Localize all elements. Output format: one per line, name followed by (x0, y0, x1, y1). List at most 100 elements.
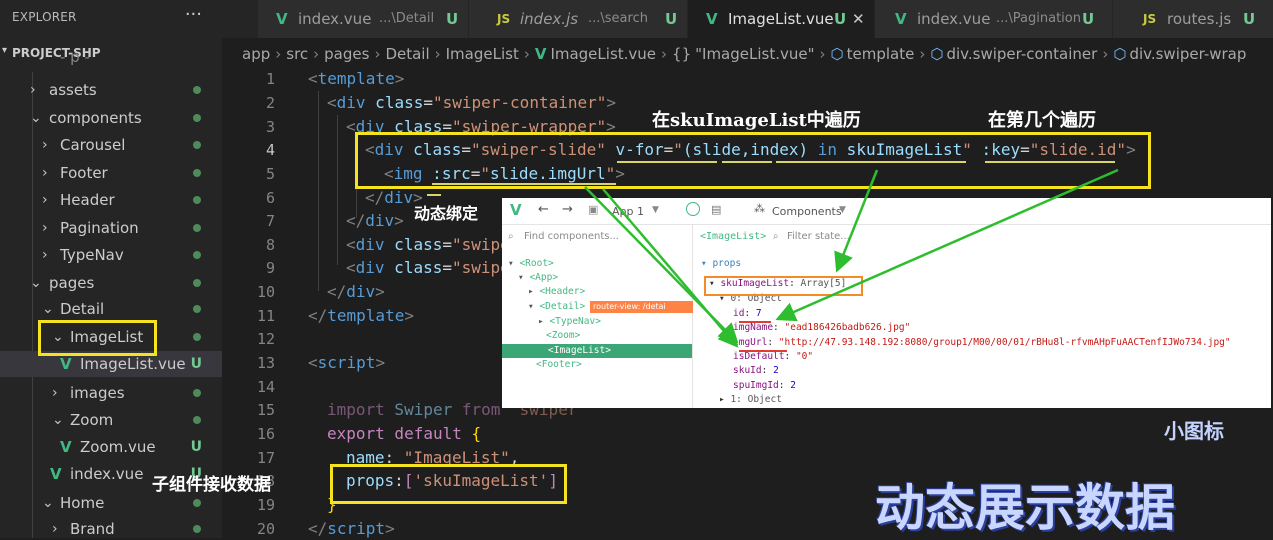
compass-icon[interactable] (686, 202, 700, 216)
tree-node-zoom[interactable]: <Zoom> (546, 329, 580, 343)
prop-spuimgid: spuImgId: 2 (733, 380, 796, 391)
breadcrumb-item[interactable]: pages (324, 45, 369, 63)
line-number: 11 (256, 307, 275, 325)
app-selector[interactable]: App 1 (612, 205, 644, 218)
tab-path: ...\Detail (379, 11, 435, 26)
vue-devtools-panel: V ← → ▣ App 1 ▼ ▤ ⁂ Components ▼ ⌕ Find … (502, 198, 1271, 408)
chevron-right-icon: › (42, 247, 48, 263)
chevron-right-icon: › (52, 521, 58, 537)
breadcrumb-item[interactable]: template (847, 45, 915, 63)
components-tab[interactable]: Components (772, 205, 842, 218)
chevron-right-icon: › (42, 220, 48, 236)
underline-short (427, 194, 441, 196)
breadcrumb-item[interactable]: div.swiper-wrap (1129, 45, 1246, 63)
code-line: <script> (308, 353, 386, 372)
folder-detail[interactable]: ⌄ Detail (0, 296, 222, 322)
tab-status: U (446, 10, 459, 28)
file-zoom-vue[interactable]: V Zoom.vue U (0, 434, 222, 460)
breadcrumb-item[interactable]: Detail (385, 45, 429, 63)
chevron-down-icon: ⌄ (42, 495, 54, 511)
search-icon: ⌕ (773, 231, 779, 242)
prop-imgname: imgName: "ead186426badb626.jpg" (733, 322, 911, 333)
folder-header[interactable]: › Header (0, 187, 222, 213)
vue-file-icon: V (534, 45, 547, 63)
folder-label: TypeNav (60, 246, 124, 264)
prop-imgurl: imgUrl: "http://47.93.148.192:8080/group… (733, 337, 1231, 348)
tree-node-app[interactable]: ▾ <App> (518, 271, 558, 285)
timeline-icon[interactable]: ▤ (711, 203, 721, 216)
folder-label: Carousel (60, 136, 126, 154)
tab-label: index.vue (917, 10, 991, 28)
back-icon[interactable]: ← (538, 202, 549, 217)
modified-dot (193, 114, 201, 122)
folder-zoom[interactable]: ⌄ Zoom (0, 407, 222, 433)
folder-footer[interactable]: › Footer (0, 160, 222, 186)
folder-components[interactable]: ⌄ components (0, 105, 222, 131)
tab-index-js-search[interactable]: JS index.js ...\search U (469, 0, 688, 38)
breadcrumb-item[interactable]: src (286, 45, 308, 63)
prop-item-1[interactable]: ▸ 1: Object (719, 393, 782, 407)
more-actions-icon[interactable]: ··· (185, 4, 202, 25)
tree-node-root[interactable]: ▾ <Root> (508, 257, 554, 271)
line-number: 14 (256, 378, 275, 396)
line-number: 17 (256, 449, 275, 467)
tab-imagelist-vue[interactable]: V ImageList.vue U ✕ (688, 0, 875, 38)
folder-label: Zoom (70, 411, 114, 429)
breadcrumb-item[interactable]: ImageList.vue (550, 45, 656, 63)
tree-node-header[interactable]: ▸ <Header> (528, 285, 585, 299)
filter-state-input[interactable]: Filter state... (787, 231, 850, 242)
folder-label: assets (49, 81, 97, 99)
folder-carousel[interactable]: › Carousel (0, 132, 222, 158)
breadcrumb-item[interactable]: "ImageList.vue" (695, 45, 814, 63)
tab-status: U (834, 10, 847, 28)
folder-pages[interactable]: ⌄ pages (0, 270, 222, 296)
annotation-dynamic-show: 动态展示数据 (875, 478, 1175, 537)
breadcrumb-item[interactable]: app (242, 45, 270, 63)
tab-routes-js[interactable]: JS routes.js U (1113, 0, 1273, 38)
breadcrumb-item[interactable]: ImageList (446, 45, 519, 63)
line-number: 12 (256, 330, 275, 348)
tree-node-footer[interactable]: <Footer> (536, 358, 582, 372)
highlight-box-skuimagelist (704, 276, 863, 296)
tab-index-vue-pagination[interactable]: V index.vue ...\Pagination U (875, 0, 1113, 38)
folder-pagination[interactable]: › Pagination (0, 215, 222, 241)
tab-label: ImageList.vue (728, 10, 834, 28)
git-untracked-badge: U (190, 439, 202, 455)
folder-label: Home (60, 494, 105, 512)
code-line: <div class="swipe (346, 235, 510, 254)
close-icon[interactable]: ✕ (852, 0, 865, 38)
folder-typenav[interactable]: › TypeNav (0, 242, 222, 268)
breadcrumb-item[interactable]: div.swiper-container (946, 45, 1097, 63)
line-number: 5 (265, 165, 275, 183)
tab-index-vue-detail[interactable]: V index.vue ...\Detail U (258, 0, 469, 38)
tree-node-typenav[interactable]: ▸ <TypeNav> (538, 315, 601, 329)
folder-images[interactable]: › images (0, 380, 222, 406)
chevron-right-icon: › (30, 82, 36, 98)
code-line: export default { (327, 424, 482, 443)
annotation-which: 在第几个遍历 (988, 110, 1096, 131)
modified-dot (193, 279, 201, 287)
partial-label: - p - (60, 48, 90, 66)
props-section[interactable]: ▾ props (701, 257, 741, 271)
find-components-input[interactable]: Find components... (524, 231, 619, 242)
cube-icon: ⬡ (830, 45, 844, 63)
component-tree-pane: ⌕ Find components... ▾ <Root> ▾ <App> ▸ … (502, 225, 693, 408)
code-line: <div class="swiper-container"> (327, 93, 617, 112)
tree-node-imagelist[interactable]: <ImageList> (502, 344, 692, 358)
line-number: 15 (256, 401, 275, 419)
tab-label: routes.js (1167, 10, 1232, 28)
braces-icon: {} (672, 45, 692, 63)
chevron-right-icon: › (42, 137, 48, 153)
chevron-down-icon: ⌄ (30, 275, 42, 291)
forward-icon[interactable]: → (562, 202, 573, 217)
folder-brand[interactable]: › Brand (0, 516, 222, 538)
tree-node-detail[interactable]: ▾ <Detail> (528, 300, 585, 314)
line-number: 7 (265, 212, 275, 230)
vue-file-icon: V (276, 10, 288, 28)
underline-vfor (617, 161, 717, 163)
folder-assets[interactable]: › assets (0, 77, 222, 103)
annotation-dynamic-bind: 动态绑定 (414, 204, 479, 223)
app-icon: ▣ (588, 203, 599, 216)
highlight-box-props (330, 464, 567, 504)
chevron-down-icon: ▼ (839, 205, 846, 215)
